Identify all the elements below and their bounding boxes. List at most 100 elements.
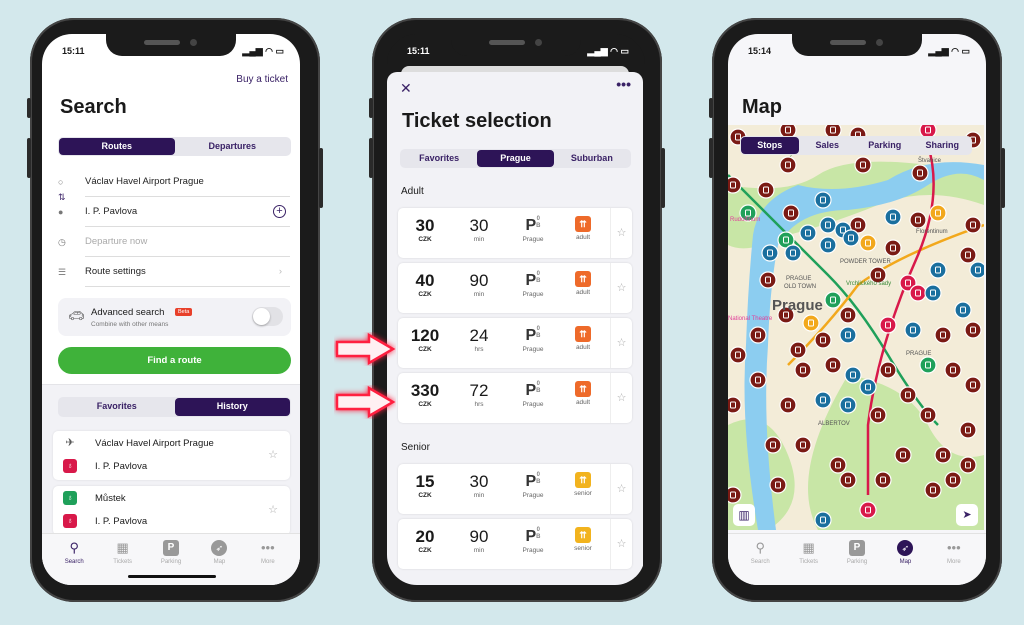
metro-b-stop-marker[interactable] (859, 234, 877, 252)
locate-me-button[interactable]: ➤ (956, 504, 978, 526)
tab-search[interactable]: ⚲ Search (50, 534, 98, 585)
tab-search[interactable]: ⚲ Search (736, 534, 784, 585)
bus-stop-marker[interactable] (954, 301, 972, 319)
map-view[interactable]: Letenské sady Rudolfinum PRAGUE OLD TOWN… (728, 125, 984, 530)
ticket-card[interactable]: 30 CZK 30 min P0 B Prague ⇈ adult ☆ (398, 208, 632, 258)
tram-stop-marker[interactable] (782, 204, 800, 222)
tram-stop-marker[interactable] (959, 456, 977, 474)
tram-stop-marker[interactable] (894, 446, 912, 464)
star-icon[interactable]: ☆ (610, 208, 632, 258)
tram-stop-marker[interactable] (884, 239, 902, 257)
from-field[interactable]: Václav Havel Airport Prague (85, 167, 290, 197)
bus-stop-marker[interactable] (814, 191, 832, 209)
tram-stop-marker[interactable] (874, 471, 892, 489)
star-icon[interactable]: ☆ (610, 318, 632, 368)
metro-a-stop-marker[interactable] (824, 291, 842, 309)
tram-stop-marker[interactable] (769, 476, 787, 494)
tab-history[interactable]: History (174, 398, 290, 416)
bus-stop-marker[interactable] (814, 391, 832, 409)
history-item[interactable]: ♁ Můstek ♁ I. P. Pavlova ☆ (53, 486, 290, 535)
map-layers-button[interactable]: ▥ (733, 504, 755, 526)
bus-stop-marker[interactable] (904, 321, 922, 339)
tram-stop-marker[interactable] (829, 456, 847, 474)
tram-stop-marker[interactable] (729, 346, 747, 364)
add-via-icon[interactable]: + (273, 205, 286, 218)
tram-stop-marker[interactable] (899, 386, 917, 404)
tram-stop-marker[interactable] (911, 164, 929, 182)
metro-c-stop-marker[interactable] (909, 284, 927, 302)
metro-a-stop-marker[interactable] (919, 356, 937, 374)
ticket-card[interactable]: 330 CZK 72 hrs P0 B Prague ⇈ adult ☆ (398, 373, 632, 423)
tram-stop-marker[interactable] (814, 331, 832, 349)
star-icon[interactable]: ☆ (268, 503, 278, 516)
tram-stop-marker[interactable] (757, 181, 775, 199)
ticket-card[interactable]: 20 CZK 90 min P0 B Prague ⇈ senior ☆ (398, 519, 632, 569)
tram-stop-marker[interactable] (924, 481, 942, 499)
tram-stop-marker[interactable] (964, 321, 982, 339)
find-route-button[interactable]: Find a route (58, 347, 291, 374)
tram-stop-marker[interactable] (934, 446, 952, 464)
metro-c-stop-marker[interactable] (879, 316, 897, 334)
bus-stop-marker[interactable] (842, 229, 860, 247)
bus-stop-marker[interactable] (819, 236, 837, 254)
tram-stop-marker[interactable] (944, 361, 962, 379)
bus-stop-marker[interactable] (799, 224, 817, 242)
tab-more[interactable]: ••• More (930, 534, 978, 585)
ticket-card[interactable]: 40 CZK 90 min P0 B Prague ⇈ adult ☆ (398, 263, 632, 313)
tab-map[interactable]: ➶ Map (881, 534, 929, 585)
tab-favorites[interactable]: Favorites (59, 398, 175, 416)
tab-stops[interactable]: Stops (741, 137, 799, 154)
tab-routes[interactable]: Routes (59, 138, 175, 155)
tram-stop-marker[interactable] (728, 396, 742, 414)
tram-stop-marker[interactable] (959, 246, 977, 264)
tram-stop-marker[interactable] (839, 306, 857, 324)
tram-stop-marker[interactable] (879, 361, 897, 379)
tram-stop-marker[interactable] (869, 406, 887, 424)
bus-stop-marker[interactable] (814, 511, 832, 529)
departure-time-field[interactable]: Departure now (85, 227, 290, 257)
metro-c-stop-marker[interactable] (859, 501, 877, 519)
tab-more[interactable]: ••• More (244, 534, 292, 585)
tram-stop-marker[interactable] (749, 371, 767, 389)
tram-stop-marker[interactable] (909, 211, 927, 229)
bus-stop-marker[interactable] (859, 378, 877, 396)
tram-stop-marker[interactable] (794, 436, 812, 454)
tab-suburban[interactable]: Suburban (554, 150, 630, 167)
history-item[interactable]: ✈ Václav Havel Airport Prague ♁ I. P. Pa… (53, 431, 290, 480)
ticket-card[interactable]: 120 CZK 24 hrs P0 B Prague ⇈ adult ☆ (398, 318, 632, 368)
tram-stop-marker[interactable] (959, 421, 977, 439)
tram-stop-marker[interactable] (944, 471, 962, 489)
tram-stop-marker[interactable] (749, 326, 767, 344)
bus-stop-marker[interactable] (844, 366, 862, 384)
tram-stop-marker[interactable] (764, 436, 782, 454)
metro-b-stop-marker[interactable] (802, 314, 820, 332)
tram-stop-marker[interactable] (779, 396, 797, 414)
close-icon[interactable]: ✕ (400, 80, 412, 97)
tram-stop-marker[interactable] (824, 356, 842, 374)
tram-stop-marker[interactable] (934, 326, 952, 344)
bus-stop-marker[interactable] (884, 208, 902, 226)
more-options-icon[interactable]: ••• (616, 76, 631, 92)
tab-departures[interactable]: Departures (175, 138, 291, 155)
tram-stop-marker[interactable] (839, 471, 857, 489)
bus-stop-marker[interactable] (839, 396, 857, 414)
tram-stop-marker[interactable] (728, 176, 742, 194)
bus-stop-marker[interactable] (819, 216, 837, 234)
tab-sharing[interactable]: Sharing (914, 137, 972, 154)
tab-sales[interactable]: Sales (799, 137, 857, 154)
bus-stop-marker[interactable] (924, 284, 942, 302)
route-settings-row[interactable]: Route settings › (85, 257, 290, 287)
tram-stop-marker[interactable] (759, 271, 777, 289)
star-icon[interactable]: ☆ (610, 519, 632, 569)
advanced-search-toggle[interactable] (252, 307, 283, 326)
metro-b-stop-marker[interactable] (929, 204, 947, 222)
bus-stop-marker[interactable] (929, 261, 947, 279)
star-icon[interactable]: ☆ (610, 464, 632, 514)
tab-tickets[interactable]: ▦ Tickets (784, 534, 832, 585)
to-field[interactable]: I. P. Pavlova + (85, 197, 290, 227)
tram-stop-marker[interactable] (789, 341, 807, 359)
star-icon[interactable]: ☆ (268, 448, 278, 461)
bus-stop-marker[interactable] (969, 261, 984, 279)
bus-stop-marker[interactable] (761, 244, 779, 262)
star-icon[interactable]: ☆ (610, 373, 632, 423)
